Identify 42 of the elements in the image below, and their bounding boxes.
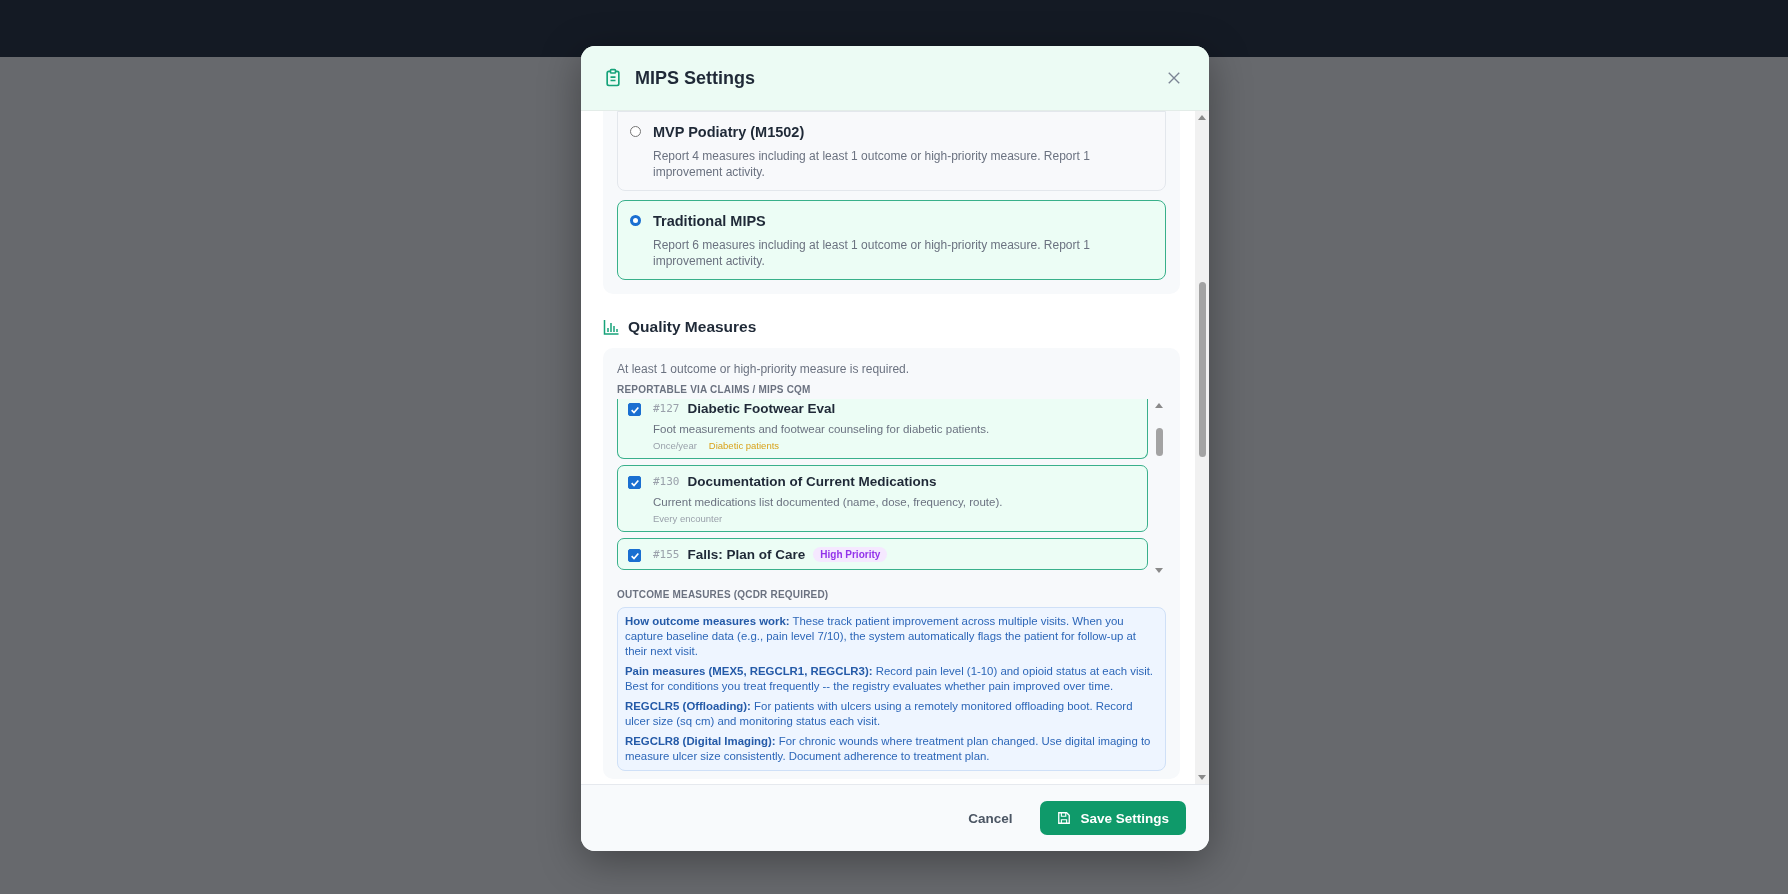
info-paragraph: REGCLR8 (Digital Imaging): For chronic wounds where treatment plan changed. Use digital imaging to measure ulcer size consistently. Document adherence to treatment plan. — [625, 734, 1152, 764]
group-label: REPORTABLE VIA CLAIMS / MIPS CQM — [617, 384, 812, 395]
frequency-text: Once/year — [653, 440, 697, 451]
plan-option[interactable]: Traditional MIPS Report 6 measures including at least 1 outcome or high-priority measure. Report 1 improvement activity. — [617, 200, 1166, 280]
info-paragraph: Pain measures (MEX5, REGCLR1, REGCLR3): Record pain level (1-10) and opioid status at each visit. Best for conditions you treat frequently -- the registry evaluates whether pain improved over time. — [625, 664, 1154, 694]
save-button[interactable]: Save Settings — [1040, 801, 1186, 835]
dialog-scrollbar[interactable] — [1195, 111, 1209, 784]
measure-number: #127 — [653, 402, 680, 415]
section-title: Quality Measures — [628, 318, 757, 336]
checkbox[interactable] — [628, 549, 641, 562]
cancel-button[interactable]: Cancel — [962, 802, 1019, 834]
group-label: OUTCOME MEASURES (QCDR REQUIRED) — [617, 589, 830, 600]
measure-number: #130 — [653, 475, 680, 488]
measure-description: Foot measurements and footwear counseling for diabetic patients. — [653, 423, 990, 435]
note-text: At least 1 outcome or high-priority measure is required. — [617, 362, 911, 376]
frequency-text: Every encounter — [653, 513, 723, 524]
radio-button[interactable] — [630, 215, 641, 226]
measure-card[interactable]: #127 Diabetic Footwear Eval Foot measurements and footwear counseling for diabetic patients. Once/year Diabetic patients — [617, 399, 1148, 459]
measure-card[interactable]: #155 Falls: Plan of Care High Priority — [617, 538, 1148, 570]
plan-description: Report 6 measures including at least 1 outcome or high-priority measure. Report 1 improvement activity. — [653, 237, 1091, 269]
plan-option[interactable]: MVP Podiatry (M1502) Report 4 measures including at least 1 outcome or high-priority measure. Report 1 improvement activity. — [617, 111, 1166, 191]
measure-card[interactable]: #130 Documentation of Current Medications Current medications list documented (name, dose, frequency, route). Every encounter — [617, 465, 1148, 532]
clipboard-icon — [603, 68, 623, 88]
info-paragraph: REGCLR5 (Offloading): For patients with ulcers using a remotely monitored offloading boot. Record ulcer size (sq cm) and monitoring status each visit. — [625, 699, 1134, 729]
checkbox[interactable] — [628, 476, 641, 489]
plan-description: Report 4 measures including at least 1 outcome or high-priority measure. Report 1 improvement activity. — [653, 148, 1091, 180]
checkbox[interactable] — [628, 403, 641, 416]
info-paragraph: How outcome measures work: These track patient improvement across multiple visits. When you capture baseline data (e.g., pain level 7/10), the system automatically flags the patient for follow-up at their next visit. — [625, 614, 1137, 659]
bar-chart-icon — [603, 319, 619, 335]
dialog-title: MIPS Settings — [635, 67, 756, 89]
population-tag: Diabetic patients — [708, 440, 780, 451]
radio-button[interactable] — [630, 126, 641, 137]
close-icon — [1167, 71, 1181, 85]
measure-name: Falls: Plan of Care — [687, 547, 806, 562]
plan-name: MVP Podiatry (M1502) — [653, 124, 806, 140]
measure-name: Documentation of Current Medications — [687, 474, 937, 489]
measure-description: Current medications list documented (name, dose, frequency, route). — [653, 496, 1003, 508]
measure-number: #155 — [653, 548, 680, 561]
priority-badge: High Priority — [813, 547, 888, 562]
measure-name: Diabetic Footwear Eval — [687, 401, 836, 416]
plan-name: Traditional MIPS — [653, 213, 767, 229]
save-icon — [1057, 811, 1072, 825]
